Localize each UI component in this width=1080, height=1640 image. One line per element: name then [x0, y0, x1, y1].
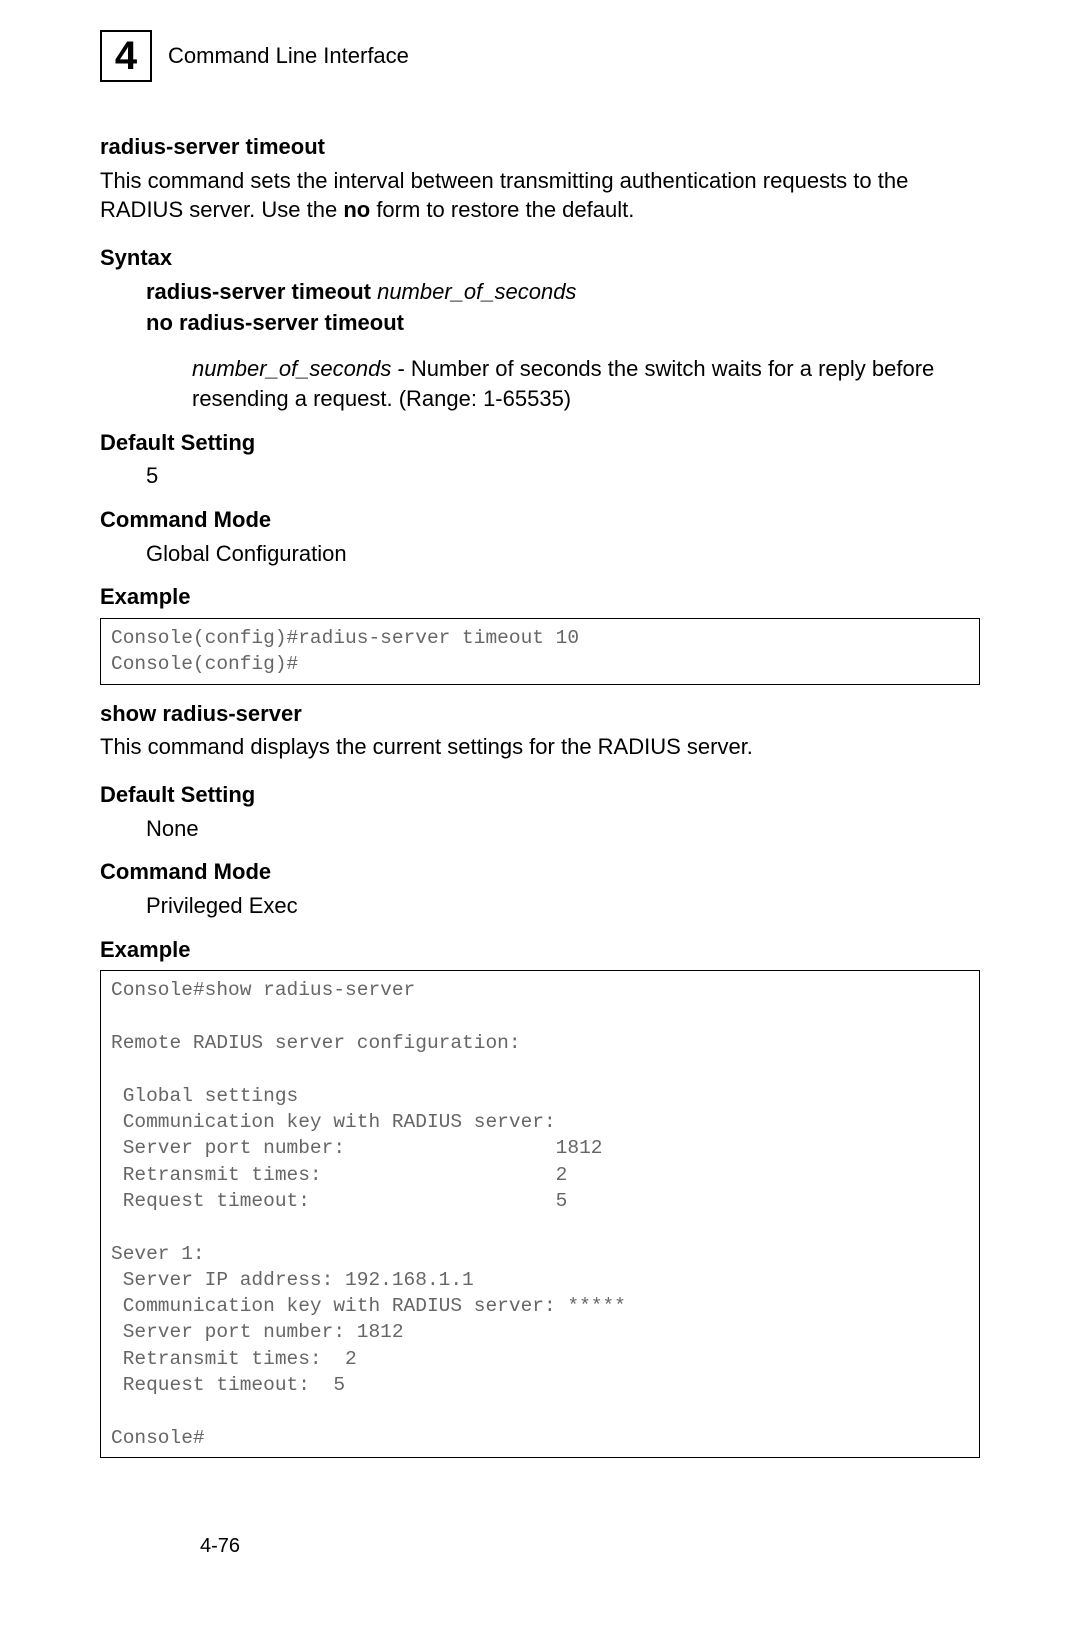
desc-bold-no: no: [343, 197, 370, 222]
syntax-param-1: number_of_seconds: [377, 279, 576, 304]
syntax-block: radius-server timeout number_of_seconds …: [100, 277, 980, 414]
command-title-radius-timeout: radius-server timeout: [100, 132, 980, 162]
code-example-2: Console#show radius-server Remote RADIUS…: [100, 970, 980, 1458]
chapter-number-box: 4: [100, 30, 152, 82]
syntax-line-2: no radius-server timeout: [146, 308, 980, 338]
default-setting-label: Default Setting: [100, 428, 980, 458]
syntax-bold-1: radius-server timeout: [146, 279, 377, 304]
command-mode-value: Global Configuration: [100, 539, 980, 569]
command-mode-label: Command Mode: [100, 505, 980, 535]
syntax-label: Syntax: [100, 243, 980, 273]
chapter-title: Command Line Interface: [168, 41, 409, 71]
default-setting-label-2: Default Setting: [100, 780, 980, 810]
syntax-bold-2: no radius-server timeout: [146, 310, 404, 335]
page-number: 4-76: [200, 1533, 240, 1560]
default-setting-value: 5: [100, 461, 980, 491]
command-mode-label-2: Command Mode: [100, 857, 980, 887]
chapter-number: 4: [115, 29, 137, 83]
default-setting-value-2: None: [100, 814, 980, 844]
command-description-2: This command displays the current settin…: [100, 732, 980, 762]
code-example-1: Console(config)#radius-server timeout 10…: [100, 618, 980, 685]
desc-text-2: form to restore the default.: [370, 197, 634, 222]
syntax-line-1: radius-server timeout number_of_seconds: [146, 277, 980, 307]
page: 4 Command Line Interface radius-server t…: [100, 30, 980, 1600]
page-header: 4 Command Line Interface: [100, 30, 980, 82]
example-label-1: Example: [100, 582, 980, 612]
param-name: number_of_seconds: [192, 356, 391, 381]
command-description: This command sets the interval between t…: [100, 166, 980, 225]
command-mode-value-2: Privileged Exec: [100, 891, 980, 921]
param-description: number_of_seconds - Number of seconds th…: [146, 354, 980, 413]
command-title-show-radius: show radius-server: [100, 699, 980, 729]
example-label-2: Example: [100, 935, 980, 965]
